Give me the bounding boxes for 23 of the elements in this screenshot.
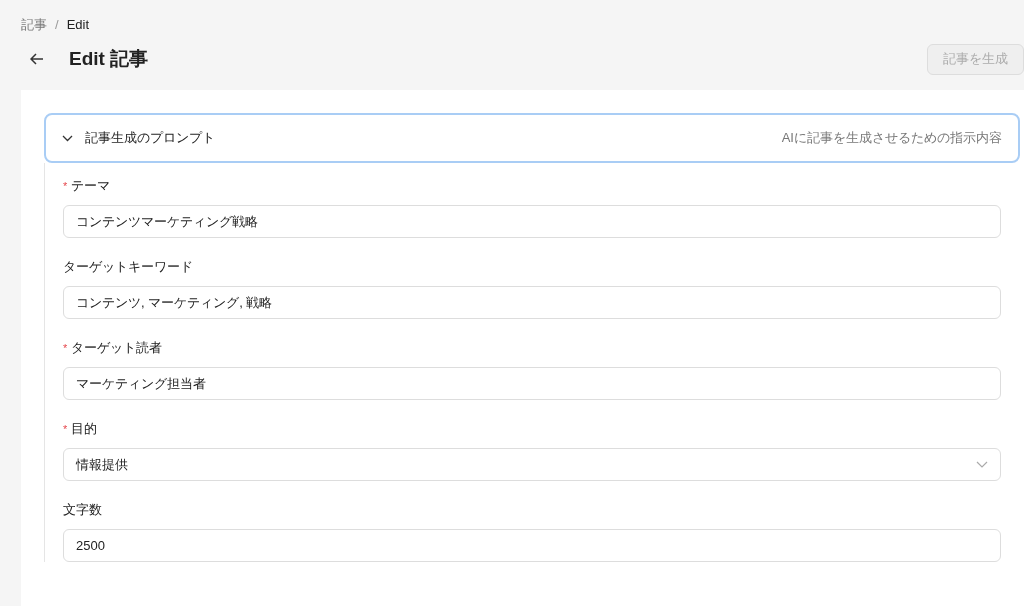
input-field[interactable]: 2500	[63, 529, 1001, 562]
prompt-panel-header[interactable]: 記事生成のプロンプト AIに記事を生成させるための指示内容	[44, 113, 1020, 163]
select-field[interactable]: 情報提供	[63, 448, 1001, 481]
field-label: テーマ	[71, 177, 111, 196]
panel-description: AIに記事を生成させるための指示内容	[781, 129, 1002, 148]
required-asterisk: *	[63, 178, 68, 194]
breadcrumb-current: Edit	[66, 16, 90, 35]
page-title: Edit 記事	[69, 46, 149, 71]
input-field[interactable]: コンテンツ, マーケティング, 戦略	[63, 286, 1001, 319]
input-field[interactable]: コンテンツマーケティング戦略	[63, 205, 1001, 238]
breadcrumb-link[interactable]: 記事	[21, 15, 47, 35]
field-label: ターゲット読者	[71, 339, 163, 358]
field-label: ターゲットキーワード	[63, 258, 193, 277]
input-field[interactable]: マーケティング担当者	[63, 367, 1001, 400]
breadcrumb-separator: /	[55, 16, 59, 35]
chevron-icon	[62, 134, 73, 142]
field-label: 文字数	[63, 501, 102, 520]
field-label: 目的	[71, 420, 98, 439]
required-asterisk: *	[63, 421, 68, 437]
dropdown-chevron-icon	[976, 461, 988, 468]
back-arrow-icon	[30, 53, 44, 65]
panel-title: 記事生成のプロンプト	[85, 129, 215, 148]
required-asterisk: *	[63, 340, 68, 356]
